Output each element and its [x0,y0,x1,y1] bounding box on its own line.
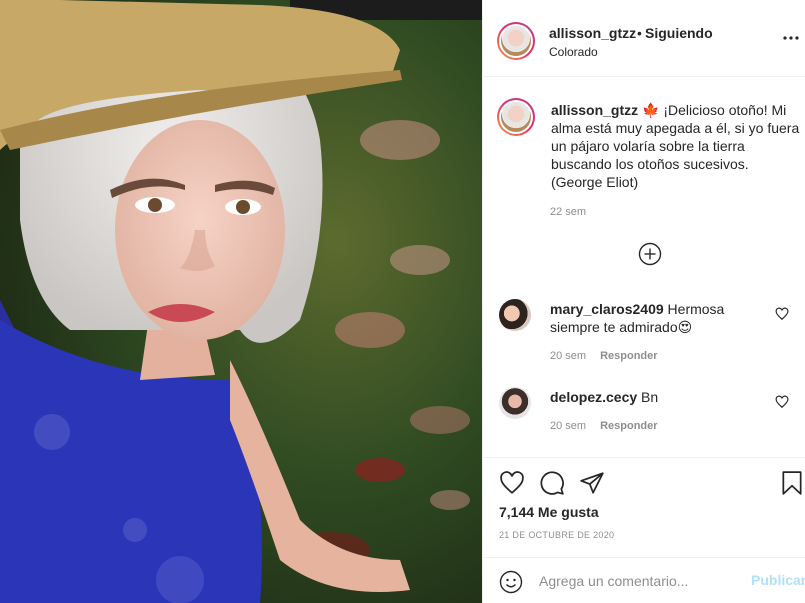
comment-like-icon[interactable] [775,395,789,409]
comment-time[interactable]: 20 sem [550,350,586,362]
comment-text-block: mary_claros2409 Hermosa siempre te admir… [550,300,750,336]
comment-text: Bn [641,389,659,405]
post-location[interactable]: Colorado [549,45,598,59]
caption-text-block: allisson_gtzz 🍁 ¡Delicioso otoño! Mi alm… [551,101,801,191]
comment-username[interactable]: delopez.cecy [550,389,637,405]
comment-time[interactable]: 20 sem [550,420,586,432]
maple-leaf-emoji: 🍁 [642,102,660,118]
comment-input[interactable] [539,568,739,594]
post-header: allisson_gtzz • Siguiendo Colorado [483,0,805,77]
caption-username[interactable]: allisson_gtzz [551,102,638,118]
heart-eyes-emoji: 😍 [677,319,693,335]
comment-item: delopez.cecy Bn 20 sem Responder [483,386,805,446]
post-date: 21 DE OCTUBRE DE 2020 [499,530,615,540]
post-details-panel: allisson_gtzz • Siguiendo Colorado allis… [482,0,805,603]
separator-dot: • [637,25,642,41]
post-actions: 7,144 Me gusta 21 DE OCTUBRE DE 2020 Pub… [483,457,805,603]
likes-count[interactable]: 7,144 Me gusta [499,504,599,520]
caption-avatar[interactable] [497,98,535,136]
bookmark-icon[interactable] [779,470,805,496]
comment-meta: 20 sem Responder [550,420,658,432]
comment-like-icon[interactable] [775,307,789,321]
comment-text-block: delopez.cecy Bn [550,388,750,406]
author-avatar[interactable] [497,22,535,60]
reply-button[interactable]: Responder [600,350,657,362]
emoji-icon[interactable] [499,570,523,594]
post-photo[interactable] [0,0,482,603]
more-options-icon[interactable] [781,28,801,48]
share-icon[interactable] [579,470,605,496]
commenter-avatar[interactable] [499,387,531,419]
commenter-avatar[interactable] [499,299,531,331]
follow-status-button[interactable]: Siguiendo [645,25,713,41]
post-caption: allisson_gtzz 🍁 ¡Delicioso otoño! Mi alm… [483,78,805,288]
comment-meta: 20 sem Responder [550,350,658,362]
caption-time[interactable]: 22 sem [550,206,586,218]
post-comment-button[interactable]: Publicar [751,572,805,588]
reply-button[interactable]: Responder [600,420,657,432]
add-comment-bar: Publicar [483,557,805,603]
load-more-comments-icon[interactable] [638,242,662,266]
heart-icon[interactable] [499,470,525,496]
comment-icon[interactable] [539,470,565,496]
author-username[interactable]: allisson_gtzz [549,25,636,41]
comment-username[interactable]: mary_claros2409 [550,301,664,317]
comment-item: mary_claros2409 Hermosa siempre te admir… [483,298,805,368]
